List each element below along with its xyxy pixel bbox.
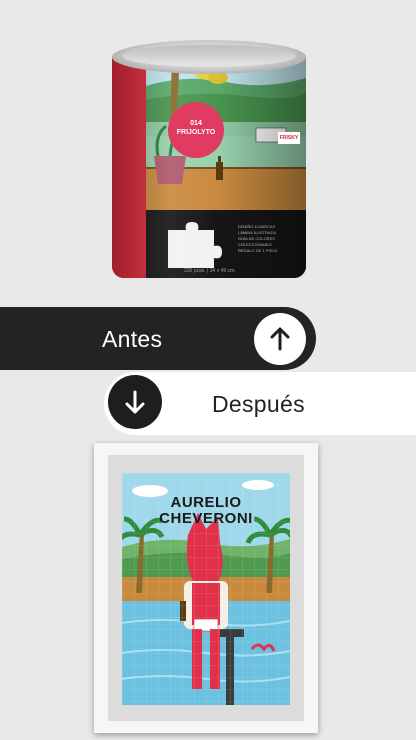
puzzle-title-line2: CHEVERONI — [159, 510, 253, 527]
frame-mat: AURELIO CHEVERONI — [108, 455, 304, 721]
can-caption: 330 pzas. | 34 x 49 cm. — [184, 268, 236, 274]
can-lid-inner — [122, 45, 296, 67]
can-body: DISEÑO & MARCAS LÁMINA ILUSTRADA GUÍA DE… — [112, 56, 306, 278]
puzzle-title: AURELIO CHEVERONI — [122, 495, 290, 527]
frisky-sign: FRISKY — [278, 132, 300, 144]
scroll-down-button[interactable] — [108, 375, 162, 429]
can-sticker: 014 FRIJOLYTO — [168, 102, 224, 158]
arrow-up-icon — [270, 327, 290, 351]
sticker-name: FRIJOLYTO — [176, 129, 216, 136]
puzzle-can-image: DISEÑO & MARCAS LÁMINA ILUSTRADA GUÍA DE… — [112, 40, 306, 292]
scroll-up-button[interactable] — [254, 313, 306, 365]
can-shading — [112, 56, 306, 278]
framed-puzzle: AURELIO CHEVERONI — [94, 443, 318, 733]
puzzle-title-line1: AURELIO — [170, 494, 242, 511]
can-lid — [112, 40, 306, 74]
antes-label: Antes — [102, 326, 163, 352]
despues-label: Después — [212, 391, 305, 417]
arrow-down-icon — [125, 390, 145, 414]
puzzle-artwork: AURELIO CHEVERONI — [122, 473, 290, 705]
sticker-number: 014 — [190, 120, 202, 127]
